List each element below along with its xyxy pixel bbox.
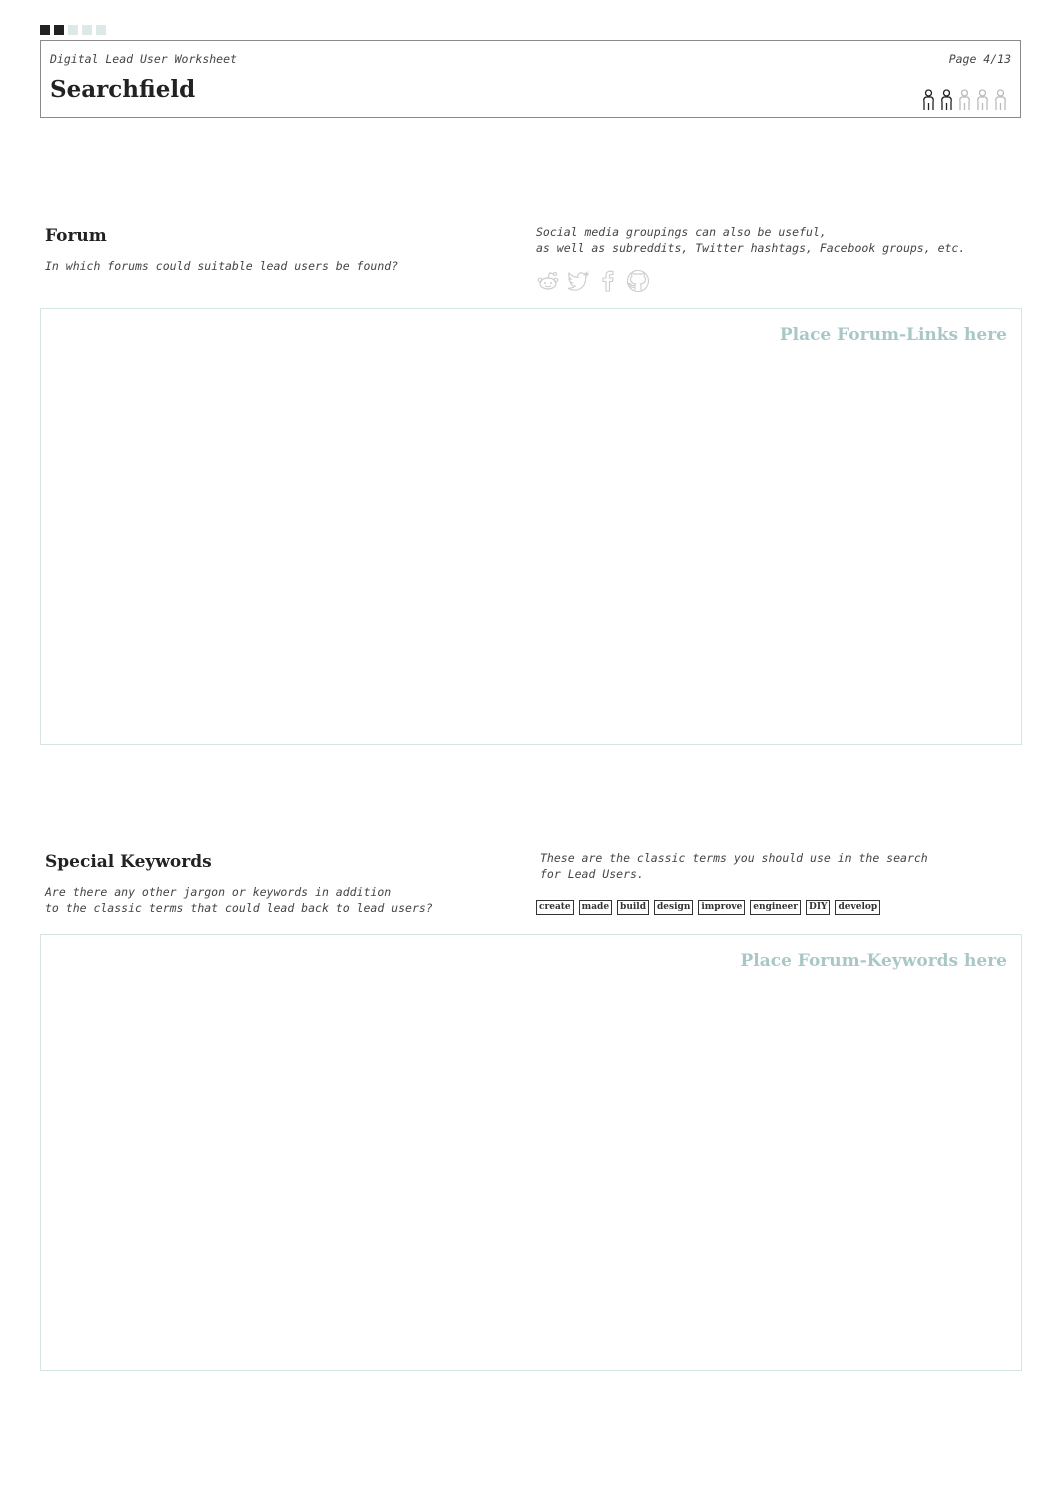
person-outline-icon xyxy=(977,89,988,110)
facebook-icon xyxy=(602,270,614,292)
forum-keywords-placeholder: Place Forum-Keywords here xyxy=(740,951,1007,971)
lead-user-rating xyxy=(921,89,1008,111)
progress-indicator xyxy=(40,25,106,35)
keywords-note: These are the classic terms you should u… xyxy=(540,851,928,881)
forum-note: Social media groupings can also be usefu… xyxy=(536,225,966,255)
person-outline-icon xyxy=(959,89,970,110)
page-number: Page 4/13 xyxy=(948,52,1011,66)
page-title: Searchfield xyxy=(50,76,196,103)
twitter-icon xyxy=(567,271,590,291)
keywords-section-title: Special Keywords xyxy=(45,852,212,872)
forum-links-field[interactable]: Place Forum-Links here xyxy=(40,308,1022,745)
keywords-question: Are there any other jargon or keywords i… xyxy=(45,885,433,915)
keyword-tag: DIY xyxy=(806,900,831,915)
keyword-tag: improve xyxy=(698,900,746,915)
progress-step xyxy=(54,25,64,35)
worksheet-subtitle: Digital Lead User Worksheet xyxy=(50,52,237,66)
social-icons xyxy=(536,269,650,293)
forum-question: In which forums could suitable lead user… xyxy=(45,259,399,273)
worksheet-header: Digital Lead User Worksheet Page 4/13 Se… xyxy=(40,40,1021,118)
keyword-tag: engineer xyxy=(750,900,802,915)
keyword-tag: build xyxy=(617,900,650,915)
keyword-tag: design xyxy=(654,900,694,915)
forum-links-placeholder: Place Forum-Links here xyxy=(779,325,1007,345)
github-icon xyxy=(626,269,650,293)
progress-step xyxy=(96,25,106,35)
progress-step xyxy=(40,25,50,35)
reddit-icon xyxy=(537,271,559,290)
progress-step xyxy=(82,25,92,35)
forum-keywords-field[interactable]: Place Forum-Keywords here xyxy=(40,934,1022,1371)
progress-step xyxy=(68,25,78,35)
classic-terms: create made build design improve enginee… xyxy=(536,900,881,915)
keyword-tag: develop xyxy=(835,900,881,915)
forum-section-title: Forum xyxy=(45,226,107,246)
person-outline-icon xyxy=(995,89,1006,110)
person-icon xyxy=(941,89,952,110)
person-icon xyxy=(923,89,934,110)
keyword-tag: create xyxy=(536,900,574,915)
keyword-tag: made xyxy=(578,900,613,915)
